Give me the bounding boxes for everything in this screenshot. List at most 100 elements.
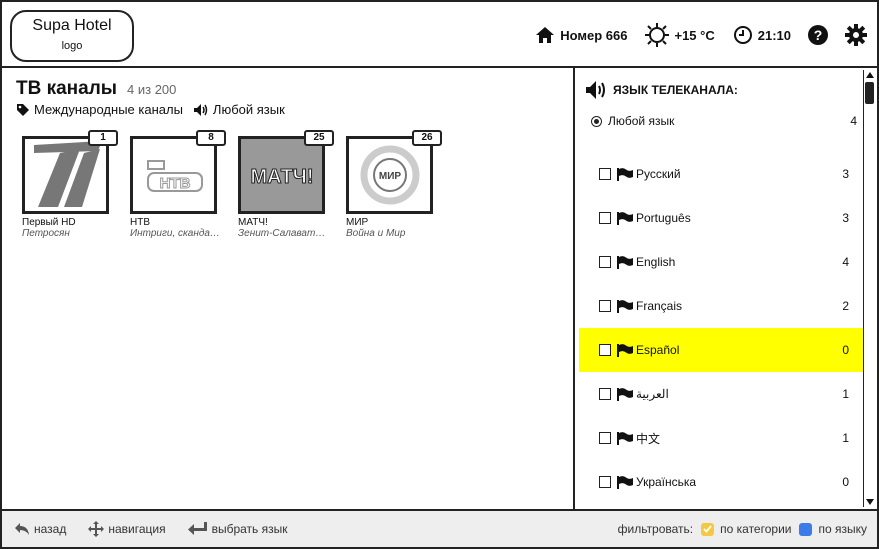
mir-logo-text: МИР — [378, 171, 401, 182]
hint-navigate: навигация — [88, 521, 166, 537]
any-language-count: 4 — [850, 114, 857, 128]
language-label: English — [636, 255, 676, 269]
scroll-up-icon[interactable] — [865, 70, 875, 80]
flag-icon — [617, 167, 633, 181]
scrollbar-thumb[interactable] — [865, 82, 874, 104]
speaker-icon — [193, 103, 208, 116]
match-logo-text: МАТЧ! — [250, 166, 313, 188]
channel-grid: 1 Первый HD Петросян НТВ 8 НТВ Интриги, … — [22, 130, 454, 239]
hint-select-label: выбрать язык — [211, 522, 288, 536]
current-time: 21:10 — [757, 27, 791, 43]
language-panel: ЯЗЫК ТЕЛЕКАНАЛА: Любой язык 4 Русский 3 … — [573, 68, 863, 509]
language-label: العربية — [636, 387, 669, 401]
language-label: Español — [636, 343, 680, 357]
svg-text:?: ? — [814, 27, 823, 43]
checkbox[interactable] — [599, 344, 611, 356]
language-option-portuguese[interactable]: Português 3 — [579, 196, 863, 240]
checkbox[interactable] — [599, 168, 611, 180]
language-count: 0 — [842, 343, 849, 357]
language-count: 3 — [842, 167, 849, 181]
language-count: 2 — [842, 299, 849, 313]
channel-program: Петросян — [22, 228, 70, 239]
clock-icon — [733, 26, 752, 44]
gear-icon — [845, 24, 867, 46]
language-option-french[interactable]: Français 2 — [579, 284, 863, 328]
hotel-logo: Supa Hotel logo — [10, 10, 134, 62]
hint-back[interactable]: назад — [14, 522, 66, 536]
flag-icon — [617, 475, 633, 489]
filter-by-language[interactable]: по языку — [818, 522, 867, 536]
language-filter[interactable]: Любой язык — [193, 102, 285, 117]
checkbox[interactable] — [599, 476, 611, 488]
help-icon: ? — [808, 25, 828, 45]
language-label: Français — [636, 299, 683, 313]
filter-by-category[interactable]: по категории — [720, 522, 791, 536]
hint-select: выбрать язык — [187, 522, 288, 536]
page-title: ТВ каналы — [16, 78, 118, 99]
tag-icon — [17, 103, 29, 116]
settings-button[interactable] — [845, 24, 867, 46]
checkbox[interactable] — [599, 432, 611, 444]
scroll-down-icon[interactable] — [865, 497, 875, 507]
language-scrollbar[interactable] — [863, 70, 875, 507]
flag-icon — [617, 255, 633, 269]
language-filter-label: Любой язык — [212, 102, 285, 117]
room-info: Номер 666 — [535, 26, 627, 44]
room-number: Номер 666 — [560, 27, 628, 43]
channel-logo-perviy — [22, 136, 109, 214]
channel-name: НТВ — [130, 217, 150, 228]
flag-icon — [617, 211, 633, 225]
language-option-chinese[interactable]: 中文 1 — [579, 416, 863, 460]
language-panel-header: ЯЗЫК ТЕЛЕКАНАЛА: — [585, 80, 738, 100]
flag-icon — [617, 431, 633, 445]
channel-card[interactable]: МИР 26 МИР Война и Мир — [346, 130, 446, 239]
channel-card[interactable]: НТВ 8 НТВ Интриги, скандалы — [130, 130, 230, 239]
checkbox[interactable] — [599, 256, 611, 268]
checkbox[interactable] — [599, 388, 611, 400]
category-filter-label: Международные каналы — [34, 102, 183, 117]
category-filter[interactable]: Международные каналы — [16, 102, 183, 117]
sun-icon — [645, 23, 670, 47]
channel-list-area: ТВ каналы 4 из 200 Международные каналы … — [2, 70, 573, 507]
flag-icon — [617, 299, 633, 313]
temperature: +15 °C — [674, 27, 715, 43]
logo-subtitle: logo — [61, 40, 83, 52]
checkbox[interactable] — [599, 212, 611, 224]
ntv-logo-text: НТВ — [159, 175, 190, 192]
language-label: Português — [636, 211, 691, 225]
flag-icon — [617, 343, 633, 357]
help-button[interactable]: ? — [807, 24, 829, 46]
language-list: Русский 3 Português 3 English 4 Français… — [579, 152, 863, 504]
flag-icon — [617, 387, 633, 401]
language-label: 中文 — [636, 431, 661, 446]
status-bar: Номер 666 +15 °C 21:10 ? — [517, 22, 867, 48]
language-option-english[interactable]: English 4 — [579, 240, 863, 284]
language-option-arabic[interactable]: العربية 1 — [579, 372, 863, 416]
channel-number-badge: 26 — [412, 130, 442, 146]
channel-program: Война и Мир — [346, 228, 406, 239]
enter-icon — [187, 522, 207, 535]
language-count: 1 — [842, 431, 849, 445]
language-option-spanish[interactable]: Español 0 — [579, 328, 863, 372]
category-key-icon — [701, 522, 715, 536]
language-option-russian[interactable]: Русский 3 — [579, 152, 863, 196]
language-count: 4 — [842, 255, 849, 269]
language-count: 3 — [842, 211, 849, 225]
channel-number-badge: 1 — [88, 130, 118, 146]
language-count: 1 — [842, 387, 849, 401]
logo-title: Supa Hotel — [32, 17, 112, 34]
checkbox[interactable] — [599, 300, 611, 312]
channel-name: Первый HD — [22, 217, 76, 228]
active-filters: Международные каналы Любой язык — [16, 102, 295, 117]
language-count: 0 — [842, 475, 849, 489]
channel-name: МИР — [346, 217, 369, 228]
channel-card[interactable]: МАТЧ! 25 МАТЧ! Зенит-Салават Юлаев — [238, 130, 338, 239]
channel-program: Интриги, скандалы — [130, 228, 220, 239]
channel-card[interactable]: 1 Первый HD Петросян — [22, 130, 122, 239]
language-option-ukrainian[interactable]: Українська 0 — [579, 460, 863, 504]
any-language-option[interactable]: Любой язык 4 — [591, 114, 857, 128]
language-label: Українська — [636, 475, 697, 489]
channel-number-badge: 25 — [304, 130, 334, 146]
hint-bar: назад навигация выбрать язык фильтровать… — [2, 509, 877, 547]
page-header: ТВ каналы 4 из 200 — [16, 78, 176, 100]
